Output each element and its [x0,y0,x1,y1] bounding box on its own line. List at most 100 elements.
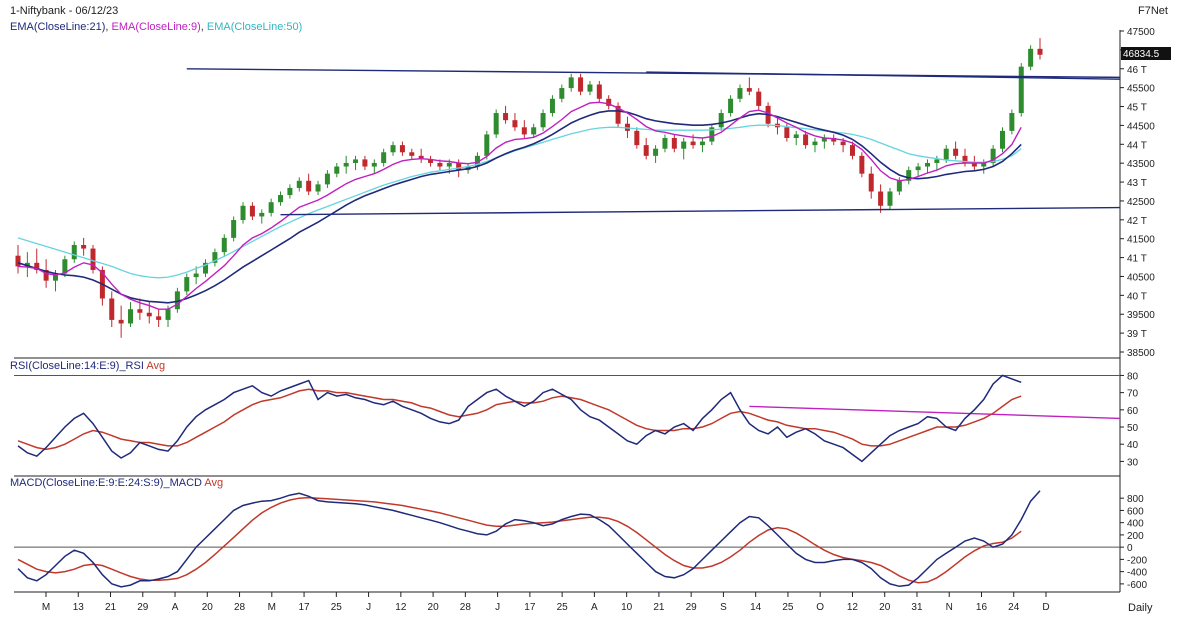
brand-label: F7Net [1138,5,1168,17]
macd-layer [14,490,1120,588]
candle-body [587,84,593,92]
candle-body [746,88,752,92]
price-tick-label: 39 T [1127,329,1147,340]
x-tick-label: 12 [395,602,407,613]
x-tick-label: 29 [137,602,149,613]
candle-body [484,134,490,156]
candle-body [803,134,809,146]
candle-body [756,91,762,106]
candle-body [503,113,509,121]
candle-body [193,273,199,278]
chart-root: 1-Niftybank - 06/12/23 F7Net EMA(CloseLi… [0,0,1181,633]
candle-body [71,245,77,260]
price-tick-label: 44500 [1127,121,1155,132]
x-tick-label: 25 [557,602,569,613]
macd-tick-label: -200 [1127,555,1147,566]
candle-body [390,145,396,153]
price-tick-label: 43 T [1127,178,1147,189]
x-tick-label: A [172,602,179,613]
price-tick-label: 43500 [1127,159,1155,170]
candle-body [353,159,359,163]
candle-body [15,255,21,267]
x-tick-label: 12 [847,602,859,613]
candle-body [437,162,443,167]
candle-body [896,180,902,192]
candle-body [540,113,546,128]
candle-body [493,113,499,135]
channel-line [186,68,1121,79]
macd-tick-label: -400 [1127,568,1147,579]
rsi-layer [14,374,1121,463]
rsi-line [17,374,1022,463]
rsi-tick-label: 40 [1127,440,1139,451]
x-tick-label: 16 [976,602,988,613]
candle-body [549,98,555,114]
candle-body [718,113,724,128]
chart-title: 1-Niftybank - 06/12/23 [10,5,118,17]
macd-tick-label: 200 [1127,531,1144,542]
chart-svg: 1-Niftybank - 06/12/23 F7Net EMA(CloseLi… [10,5,1171,614]
macd-ticks: 800600 4002000-200 -400-600 [1120,494,1147,591]
macd-tick-label: 400 [1127,519,1144,530]
rsi-tick-label: 60 [1127,406,1139,417]
rsi-tick-label: 70 [1127,389,1139,400]
x-tick-label: M [268,602,276,613]
candle-body [165,309,171,320]
candle-body [240,205,246,221]
price-tick-label: 45 T [1127,103,1147,114]
x-tick-label: 25 [782,602,794,613]
candle-body [1028,48,1034,67]
last-price-label: 46834.5 [1123,49,1160,60]
candle-body [859,155,865,174]
x-tick-label: J [495,602,500,613]
candle-body [324,173,330,185]
ema50-legend: EMA(CloseLine:50) [207,21,302,33]
candle-body [409,152,415,156]
x-tick-label: M [42,602,50,613]
period-label: Daily [1128,602,1153,614]
x-tick-label: 17 [524,602,536,613]
candle-body [1037,48,1043,55]
candle-body [596,84,602,99]
x-tick-label: 20 [879,602,891,613]
channel-line [280,206,1121,216]
ema21-legend: EMA(CloseLine:21) [10,21,105,33]
candle-body [268,202,274,213]
rsi-avg-line [17,388,1022,451]
price-tick-label: 47500 [1127,27,1155,38]
candle-body [999,130,1005,149]
x-tick-label: J [366,602,371,613]
candle-body [156,316,162,320]
ema9-line [17,101,1022,310]
macd-tick-label: 600 [1127,506,1144,517]
price-tick-label: 46 T [1127,65,1147,76]
candle-body [1018,66,1024,114]
candle-body [671,138,677,149]
x-tick-label: O [816,602,824,613]
candle-body [568,77,574,89]
x-tick-label: 28 [234,602,246,613]
candle-body [371,162,377,167]
candle-body [924,162,930,167]
x-tick-label: 29 [686,602,698,613]
rsi-trendline [749,405,1121,420]
candle-body [793,134,799,138]
candle-body [943,148,949,160]
rsi-ticks: 80 70 60 50 40 30 [1120,371,1139,468]
macd-line [17,490,1041,588]
candle-body [287,187,293,196]
rsi-tick-label: 50 [1127,423,1139,434]
rsi-tick-label: 30 [1127,457,1139,468]
candle-body [634,130,640,146]
candle-body [868,173,874,192]
candle-body [840,141,846,146]
candle-body [306,180,312,192]
candle-body [296,180,302,188]
candle-body [146,312,152,317]
macd-tick-label: 800 [1127,494,1144,505]
candle-body [512,120,518,128]
price-candles [15,38,1043,338]
candle-body [399,145,405,153]
price-tick-label: 42500 [1127,197,1155,208]
x-tick-label: 31 [911,602,923,613]
